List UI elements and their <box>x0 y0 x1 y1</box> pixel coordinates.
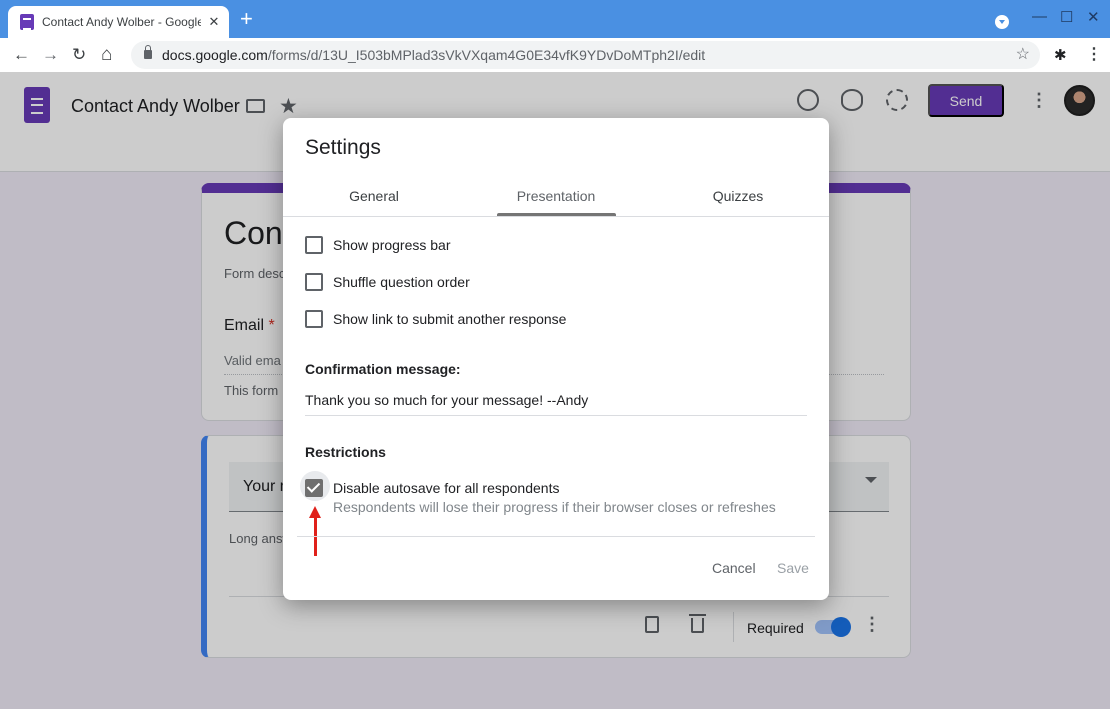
address-bar[interactable]: docs.google.com/forms/d/13U_I503bMPlad3s… <box>131 41 1040 69</box>
tab-close-icon[interactable]: ✕ <box>207 14 221 30</box>
disable-autosave-help: Respondents will lose their progress if … <box>333 499 776 515</box>
settings-dialog: Settings General Presentation Quizzes Sh… <box>283 118 829 600</box>
lock-icon <box>144 45 152 59</box>
option-label: Show link to submit another response <box>333 311 567 327</box>
restrictions-label: Restrictions <box>305 444 386 460</box>
window-maximize-icon[interactable]: ☐ <box>1060 8 1073 26</box>
confirmation-message-label: Confirmation message: <box>305 361 461 377</box>
home-icon[interactable]: ⌂ <box>101 43 112 67</box>
checkbox-shuffle-questions[interactable] <box>305 273 323 291</box>
browser-menu-icon[interactable]: ⋮ <box>1086 44 1102 64</box>
tab-quizzes[interactable]: Quizzes <box>647 176 829 216</box>
confirmation-message-input[interactable]: Thank you so much for your message! --An… <box>305 392 807 416</box>
checkbox-disable-autosave[interactable] <box>305 479 323 497</box>
profile-dropdown-icon[interactable] <box>995 15 1009 29</box>
red-arrow-annotation <box>309 506 321 556</box>
reload-icon[interactable]: ↻ <box>72 43 86 67</box>
cancel-button[interactable]: Cancel <box>712 560 756 576</box>
window-close-icon[interactable]: ✕ <box>1087 8 1100 26</box>
extensions-icon[interactable]: ✱ <box>1054 46 1067 64</box>
new-tab-icon[interactable]: + <box>240 8 253 30</box>
forms-favicon-icon <box>20 14 34 30</box>
option-submit-another-link[interactable]: Show link to submit another response <box>305 310 566 328</box>
tab-general[interactable]: General <box>283 176 465 216</box>
option-label: Shuffle question order <box>333 274 470 290</box>
forward-icon[interactable]: → <box>42 43 59 67</box>
option-shuffle-questions[interactable]: Shuffle question order <box>305 273 470 291</box>
save-button[interactable]: Save <box>777 560 809 576</box>
checkbox-submit-another-link[interactable] <box>305 310 323 328</box>
option-show-progress-bar[interactable]: Show progress bar <box>305 236 451 254</box>
tab-presentation[interactable]: Presentation <box>465 176 647 216</box>
window-minimize-icon[interactable]: — <box>1032 8 1047 25</box>
settings-tabs: General Presentation Quizzes <box>283 176 829 217</box>
active-tab-indicator <box>497 213 616 216</box>
browser-tabstrip: Contact Andy Wolber - Google Fo ✕ + — ☐ … <box>0 0 1110 38</box>
back-icon[interactable]: ← <box>13 43 30 67</box>
dialog-title: Settings <box>305 136 381 159</box>
dialog-divider <box>297 536 815 537</box>
bookmark-star-icon[interactable]: ☆ <box>1016 44 1030 64</box>
browser-toolbar: ← → ↻ ⌂ docs.google.com/forms/d/13U_I503… <box>0 38 1110 72</box>
disable-autosave-label: Disable autosave for all respondents <box>333 480 560 496</box>
option-label: Show progress bar <box>333 237 451 253</box>
browser-tab[interactable]: Contact Andy Wolber - Google Fo ✕ <box>8 6 229 38</box>
url-text: docs.google.com/forms/d/13U_I503bMPlad3s… <box>162 47 706 63</box>
checkbox-show-progress-bar[interactable] <box>305 236 323 254</box>
tab-title: Contact Andy Wolber - Google Fo <box>42 15 201 29</box>
